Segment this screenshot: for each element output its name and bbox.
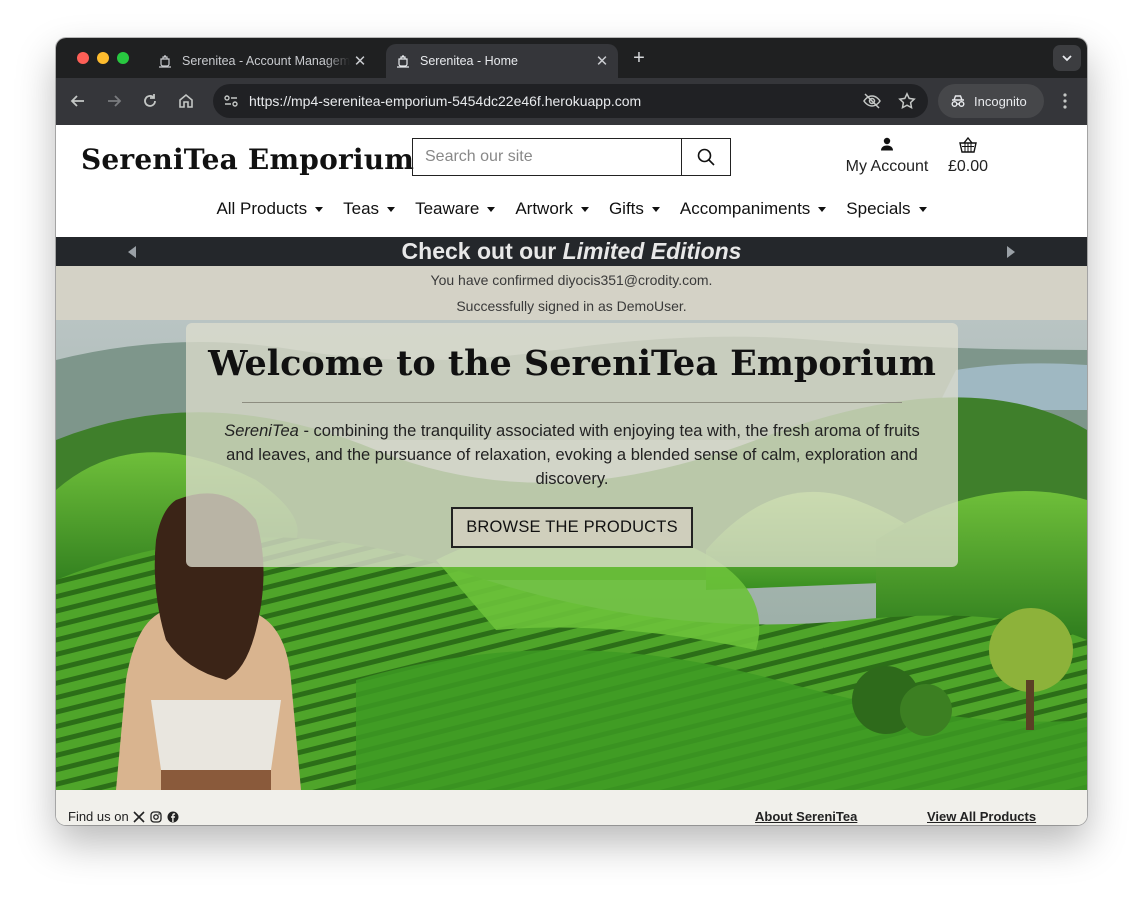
close-tab-icon[interactable]: ✕ — [592, 52, 612, 70]
menu-kebab-icon[interactable] — [1056, 90, 1074, 112]
nav-specials[interactable]: Specials — [836, 199, 936, 219]
hero-panel: Welcome to the SereniTea Emporium Sereni… — [186, 323, 958, 567]
main-nav: All Products Teas Teaware Artwork Gifts … — [56, 199, 1087, 219]
nav-teaware[interactable]: Teaware — [405, 199, 505, 219]
maximize-window-button[interactable] — [117, 52, 129, 64]
url-text[interactable]: https://mp4-serenitea-emporium-5454dc22e… — [249, 93, 641, 109]
flash-messages: You have confirmed diyocis351@crodity.co… — [56, 266, 1087, 320]
hero-title: Welcome to the SereniTea Emporium — [208, 343, 936, 384]
home-icon[interactable] — [176, 91, 196, 111]
back-icon[interactable] — [68, 91, 88, 111]
nav-accompaniments[interactable]: Accompaniments — [670, 199, 836, 219]
caret-down-icon — [651, 206, 660, 212]
hero-description: SereniTea - combining the tranquility as… — [217, 419, 927, 491]
caret-down-icon — [818, 206, 827, 212]
tab-search-icon[interactable] — [1053, 45, 1081, 71]
site-logo[interactable]: SereniTea Emporium — [81, 143, 414, 176]
tab-strip: Serenitea - Account Management ✕ Serenit… — [56, 38, 1087, 78]
web-page: SereniTea Emporium My Account — [56, 125, 1087, 825]
nav-label: All Products — [216, 199, 308, 218]
teapot-favicon-icon — [397, 55, 409, 68]
tab-account-management[interactable]: Serenitea - Account Management ✕ — [148, 44, 380, 78]
my-account-label: My Account — [845, 158, 929, 175]
caret-down-icon — [580, 206, 589, 212]
banner-emphasis: Limited Editions — [562, 238, 742, 264]
search-icon — [697, 148, 715, 166]
tab-title: Serenitea - Account Management — [182, 54, 350, 68]
instagram-icon[interactable] — [149, 810, 163, 824]
nav-all-products[interactable]: All Products — [206, 199, 333, 219]
view-all-products-link[interactable]: View All Products — [927, 809, 1036, 824]
banner-text: Check out our — [401, 238, 563, 264]
footer: Find us on About SereniTea View All Prod… — [56, 790, 1087, 825]
hero-brand-italic: SereniTea — [224, 422, 299, 440]
caret-down-icon — [387, 206, 396, 212]
flash-message: You have confirmed diyocis351@crodity.co… — [430, 272, 713, 288]
about-link[interactable]: About SereniTea — [755, 809, 857, 824]
my-account-link[interactable]: My Account — [840, 137, 934, 176]
tab-home[interactable]: Serenitea - Home ✕ — [386, 44, 618, 78]
flash-message: Successfully signed in as DemoUser. — [456, 298, 687, 314]
nav-artwork[interactable]: Artwork — [505, 199, 599, 219]
incognito-icon — [951, 95, 965, 107]
nav-label: Specials — [846, 199, 911, 218]
user-icon — [881, 137, 893, 151]
minimize-window-button[interactable] — [97, 52, 109, 64]
forward-icon[interactable] — [104, 91, 124, 111]
nav-teas[interactable]: Teas — [333, 199, 405, 219]
facebook-icon[interactable] — [166, 810, 180, 824]
close-tab-icon[interactable]: ✕ — [350, 52, 370, 70]
basket-icon — [959, 137, 977, 153]
carousel-next-icon[interactable] — [1007, 246, 1015, 258]
search-button[interactable] — [681, 139, 730, 175]
basket-total: £0.00 — [947, 158, 989, 175]
nav-gifts[interactable]: Gifts — [599, 199, 670, 219]
new-tab-icon[interactable]: + — [628, 47, 650, 70]
search-input[interactable] — [413, 139, 681, 175]
basket-link[interactable]: £0.00 — [944, 137, 992, 176]
nav-label: Gifts — [608, 199, 644, 218]
x-twitter-icon[interactable] — [132, 810, 146, 824]
search-form — [412, 138, 731, 176]
caret-down-icon — [487, 206, 496, 212]
hero-section: Welcome to the SereniTea Emporium Sereni… — [56, 320, 1087, 790]
address-bar[interactable]: https://mp4-serenitea-emporium-5454dc22e… — [213, 84, 928, 118]
tab-title: Serenitea - Home — [420, 54, 518, 68]
nav-label: Artwork — [515, 199, 573, 218]
hero-description-text: - combining the tranquility associated w… — [226, 422, 920, 488]
teapot-favicon-icon — [159, 55, 171, 68]
browser-window: Serenitea - Account Management ✕ Serenit… — [56, 38, 1087, 825]
find-us-label: Find us on — [68, 809, 129, 824]
promo-banner[interactable]: Check out our Limited Editions — [56, 237, 1087, 266]
star-icon[interactable] — [898, 92, 916, 110]
incognito-label: Incognito — [974, 93, 1027, 109]
caret-down-icon — [315, 206, 324, 212]
site-info-icon[interactable] — [221, 91, 241, 111]
carousel-prev-icon[interactable] — [128, 246, 136, 258]
browse-products-button[interactable]: BROWSE THE PRODUCTS — [451, 507, 693, 548]
reload-icon[interactable] — [140, 91, 160, 111]
nav-label: Accompaniments — [679, 199, 811, 218]
social-links: Find us on — [68, 809, 180, 824]
nav-label: Teaware — [415, 199, 480, 218]
eye-off-icon[interactable] — [863, 92, 881, 110]
caret-down-icon — [918, 206, 927, 212]
nav-label: Teas — [343, 199, 380, 218]
close-window-button[interactable] — [77, 52, 89, 64]
hero-divider — [242, 402, 902, 403]
browser-toolbar: https://mp4-serenitea-emporium-5454dc22e… — [56, 78, 1087, 125]
incognito-badge[interactable]: Incognito — [938, 84, 1044, 118]
